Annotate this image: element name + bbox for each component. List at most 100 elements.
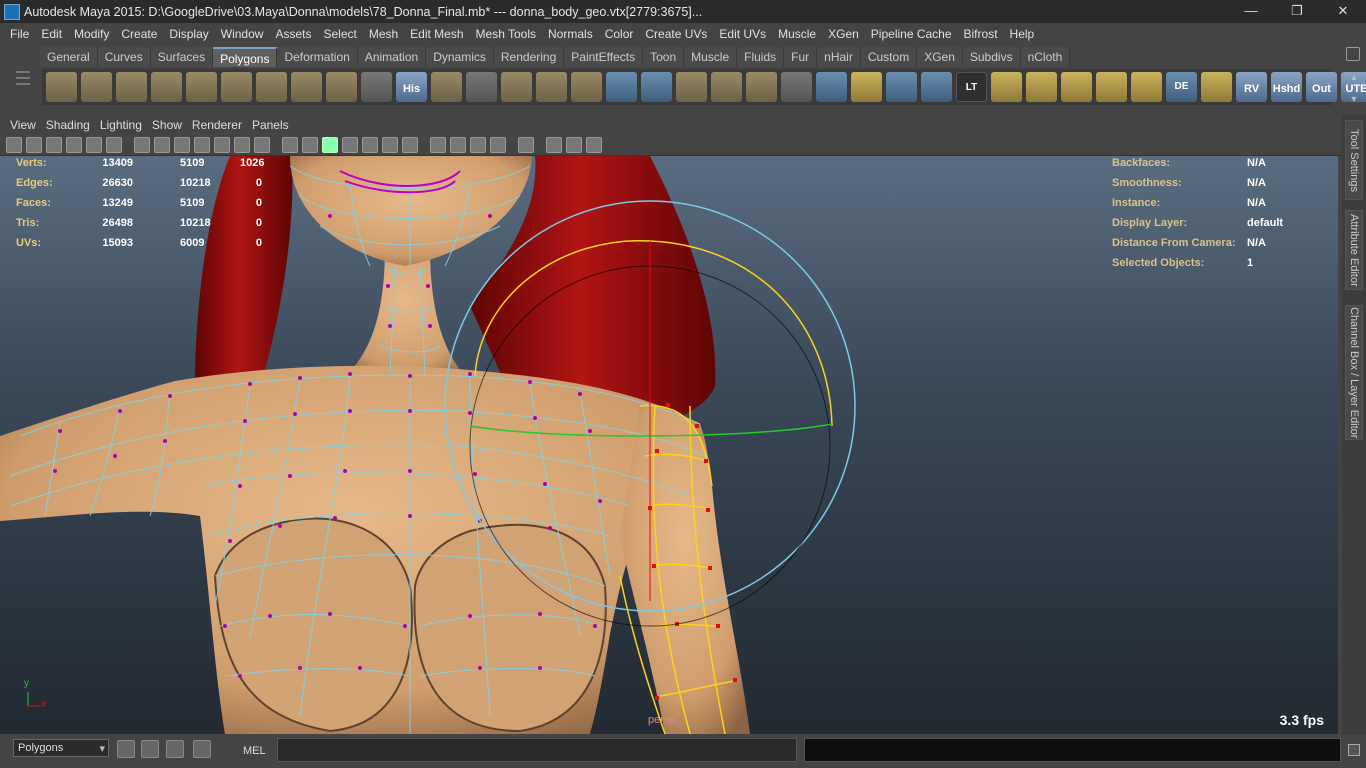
- shelf-tab-muscle[interactable]: Muscle: [684, 47, 738, 67]
- shelf-tab-animation[interactable]: Animation: [357, 47, 427, 67]
- poly-cube-icon[interactable]: [81, 72, 112, 102]
- grease-pencil-icon[interactable]: [106, 137, 122, 153]
- poly-merge-icon[interactable]: [571, 72, 602, 102]
- grid-icon[interactable]: [134, 137, 150, 153]
- ambient-occlusion-icon[interactable]: [430, 137, 446, 153]
- hshd-script-icon[interactable]: Hshd: [1271, 72, 1302, 102]
- menu-normals[interactable]: Normals: [542, 27, 599, 41]
- rotate-sphere-icon[interactable]: [886, 72, 917, 102]
- isolate-select-icon[interactable]: [518, 137, 534, 153]
- lights-icon[interactable]: [402, 137, 418, 153]
- uv-layout-icon-3[interactable]: [1061, 72, 1092, 102]
- film-gate-icon[interactable]: [154, 137, 170, 153]
- select-camera-icon[interactable]: [6, 137, 22, 153]
- poly-pipe-icon[interactable]: [291, 72, 322, 102]
- safe-action-icon[interactable]: [234, 137, 250, 153]
- bookmark-icon[interactable]: [46, 137, 62, 153]
- poly-split-icon[interactable]: [536, 72, 567, 102]
- menu-bifrost[interactable]: Bifrost: [958, 27, 1004, 41]
- menu-display[interactable]: Display: [163, 27, 214, 41]
- shelf-tab-ncloth[interactable]: nCloth: [1020, 47, 1071, 67]
- xray-components-icon[interactable]: [586, 137, 602, 153]
- mel-command-input[interactable]: [277, 738, 797, 762]
- list-icon[interactable]: [166, 740, 184, 758]
- shelf-tab-custom[interactable]: Custom: [860, 47, 918, 67]
- shelf-tab-fluids[interactable]: Fluids: [737, 47, 785, 67]
- viewport-persp[interactable]: Verts: 13409 5109 1026 Edges: 26630 10218 0 Face…: [0, 156, 1338, 734]
- menu-muscle[interactable]: Muscle: [772, 27, 822, 41]
- poly-bevel-icon[interactable]: [606, 72, 637, 102]
- side-tab-attribute-editor[interactable]: Attribute Editor: [1345, 210, 1363, 290]
- shelf-tab-curves[interactable]: Curves: [97, 47, 151, 67]
- transfer-attr-icon[interactable]: [921, 72, 952, 102]
- 2d-pan-icon[interactable]: [86, 137, 102, 153]
- menu-file[interactable]: File: [4, 27, 35, 41]
- menu-color[interactable]: Color: [599, 27, 640, 41]
- wireframe-cube-icon[interactable]: [816, 72, 847, 102]
- minimize-button[interactable]: —: [1228, 0, 1274, 23]
- shelf-tab-polygons[interactable]: Polygons: [213, 47, 278, 67]
- menu-select[interactable]: Select: [317, 27, 362, 41]
- shelf-tab-nhair[interactable]: nHair: [817, 47, 861, 67]
- menu-create-uvs[interactable]: Create UVs: [639, 27, 713, 41]
- multisample-icon[interactable]: [470, 137, 486, 153]
- outliner-icon[interactable]: [193, 740, 211, 758]
- default-material-icon[interactable]: [342, 137, 358, 153]
- shelf-handle[interactable]: [12, 48, 34, 108]
- menu-xgen[interactable]: XGen: [822, 27, 865, 41]
- poly-sphere-icon[interactable]: [46, 72, 77, 102]
- poly-torus-icon[interactable]: [221, 72, 252, 102]
- uv-layout-icon-2[interactable]: [1026, 72, 1057, 102]
- shelf-tab-dynamics[interactable]: Dynamics: [426, 47, 494, 67]
- poly-append-icon[interactable]: [501, 72, 532, 102]
- script-editor-icon[interactable]: [141, 740, 159, 758]
- mel-label[interactable]: MEL: [243, 745, 266, 757]
- poly-cone-icon[interactable]: [151, 72, 182, 102]
- poly-cylinder-icon[interactable]: [116, 72, 147, 102]
- shelf-tab-fur[interactable]: Fur: [784, 47, 818, 67]
- script-editor-button[interactable]: [1348, 744, 1360, 756]
- motion-blur-icon[interactable]: [450, 137, 466, 153]
- shelf-tab-toon[interactable]: Toon: [643, 47, 685, 67]
- menu-edit-mesh[interactable]: Edit Mesh: [404, 27, 469, 41]
- panel-menu-view[interactable]: View: [5, 118, 41, 132]
- shelf-tab-general[interactable]: General: [40, 47, 98, 67]
- shelf-tab-deformation[interactable]: Deformation: [277, 47, 358, 67]
- menu-help[interactable]: Help: [1004, 27, 1041, 41]
- poly-pyramid-icon[interactable]: [256, 72, 287, 102]
- side-tab-channel-box-layer-editor[interactable]: Channel Box / Layer Editor: [1345, 305, 1363, 440]
- shelf-tab-subdivs[interactable]: Subdivs: [962, 47, 1021, 67]
- poly-separate-icon[interactable]: [711, 72, 742, 102]
- textured-icon[interactable]: [362, 137, 378, 153]
- resolution-gate-icon[interactable]: [174, 137, 190, 153]
- panel-menu-lighting[interactable]: Lighting: [95, 118, 147, 132]
- de-script-icon[interactable]: DE: [1166, 72, 1197, 102]
- uv-layout-icon-1[interactable]: [991, 72, 1022, 102]
- menu-window[interactable]: Window: [215, 27, 270, 41]
- field-chart-icon[interactable]: [214, 137, 230, 153]
- xray-icon[interactable]: [546, 137, 562, 153]
- poly-helix-icon[interactable]: [326, 72, 357, 102]
- uv-layout-icon-6[interactable]: [1201, 72, 1232, 102]
- side-tab-tool-settings[interactable]: Tool Settings: [1345, 120, 1363, 200]
- snap-icon[interactable]: [117, 740, 135, 758]
- paint-brush-icon[interactable]: [781, 72, 812, 102]
- poly-mirror-icon[interactable]: [746, 72, 777, 102]
- uv-layout-icon-5[interactable]: [1131, 72, 1162, 102]
- shadows-icon[interactable]: [382, 137, 398, 153]
- gate-mask-icon[interactable]: [194, 137, 210, 153]
- shelf-scroll-arrows[interactable]: ▲ ▼: [1348, 72, 1360, 104]
- close-button[interactable]: ✕: [1320, 0, 1366, 23]
- safe-title-icon[interactable]: [254, 137, 270, 153]
- camera-attr-icon[interactable]: [26, 137, 42, 153]
- xray-joints-icon[interactable]: [566, 137, 582, 153]
- shelf-tab-surfaces[interactable]: Surfaces: [150, 47, 214, 67]
- menu-edit-uvs[interactable]: Edit UVs: [713, 27, 772, 41]
- poly-plane-icon[interactable]: [186, 72, 217, 102]
- menu-mesh-tools[interactable]: Mesh Tools: [470, 27, 542, 41]
- shelf-tab-xgen[interactable]: XGen: [917, 47, 963, 67]
- smooth-shade-icon[interactable]: [302, 137, 318, 153]
- trash-icon[interactable]: [1346, 47, 1360, 61]
- menu-assets[interactable]: Assets: [269, 27, 317, 41]
- poly-bridge-icon[interactable]: [466, 72, 497, 102]
